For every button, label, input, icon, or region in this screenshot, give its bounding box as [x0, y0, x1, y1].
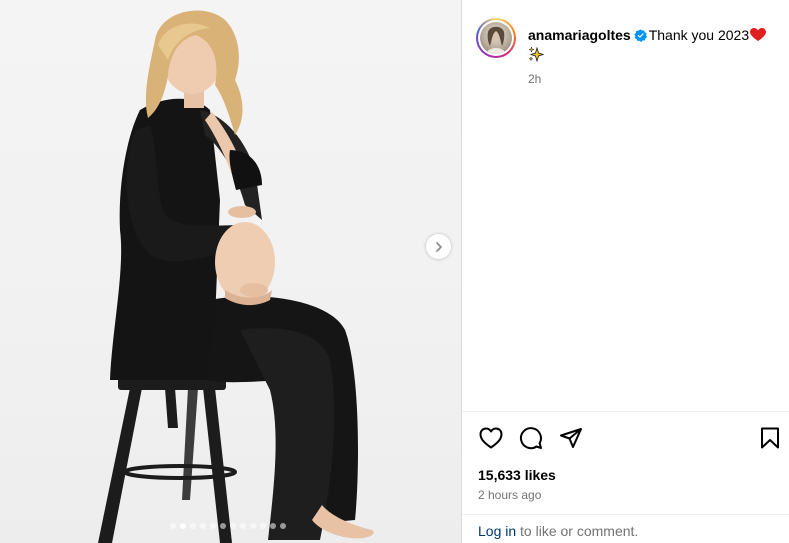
carousel-dot	[210, 523, 216, 529]
username-link[interactable]: anamariagoltes	[528, 27, 631, 43]
login-prompt-text: to like or comment.	[516, 523, 639, 539]
post-sidebar: anamariagoltes Thank you 2023 2h 15,633 …	[462, 0, 789, 543]
carousel-dot	[270, 523, 276, 529]
chevron-right-icon	[435, 241, 442, 252]
login-prompt: Log in to like or comment.	[478, 523, 638, 539]
verified-badge-icon	[634, 29, 647, 42]
post-actions	[477, 424, 782, 452]
avatar-photo	[486, 26, 506, 54]
post-caption: anamariagoltes Thank you 2023 2h	[476, 18, 786, 88]
bookmark-icon	[761, 427, 779, 449]
carousel-dot	[190, 523, 196, 529]
like-button[interactable]	[477, 424, 505, 452]
carousel-dot	[240, 523, 246, 529]
comment-button[interactable]	[517, 424, 545, 452]
carousel-dot	[200, 523, 206, 529]
red-heart-emoji	[750, 28, 767, 41]
post-time-long[interactable]: 2 hours ago	[478, 488, 541, 502]
carousel-dot	[230, 523, 236, 529]
next-slide-button[interactable]	[426, 234, 451, 259]
post-time-short[interactable]: 2h	[528, 70, 766, 88]
post-photo[interactable]	[0, 0, 461, 543]
sparkles-emoji	[528, 46, 544, 62]
carousel-dot	[280, 523, 286, 529]
login-link[interactable]: Log in	[478, 523, 516, 539]
footer-divider	[462, 514, 789, 515]
carousel-dot	[250, 523, 256, 529]
comment-bubble-icon	[520, 427, 542, 450]
actions-divider	[462, 411, 789, 412]
likes-count[interactable]: 15,633 likes	[478, 467, 556, 483]
carousel-dot	[220, 523, 226, 529]
share-button[interactable]	[557, 424, 585, 452]
carousel-dot-active	[180, 523, 186, 529]
heart-outline-icon	[479, 427, 503, 449]
carousel-dot	[260, 523, 266, 529]
save-button[interactable]	[756, 424, 784, 452]
carousel-dot	[170, 523, 176, 529]
paper-plane-icon	[560, 428, 582, 448]
caption-text: Thank you 2023	[648, 27, 750, 43]
post-image-illustration	[98, 10, 374, 543]
carousel-indicator	[170, 523, 286, 529]
avatar[interactable]	[476, 18, 516, 58]
